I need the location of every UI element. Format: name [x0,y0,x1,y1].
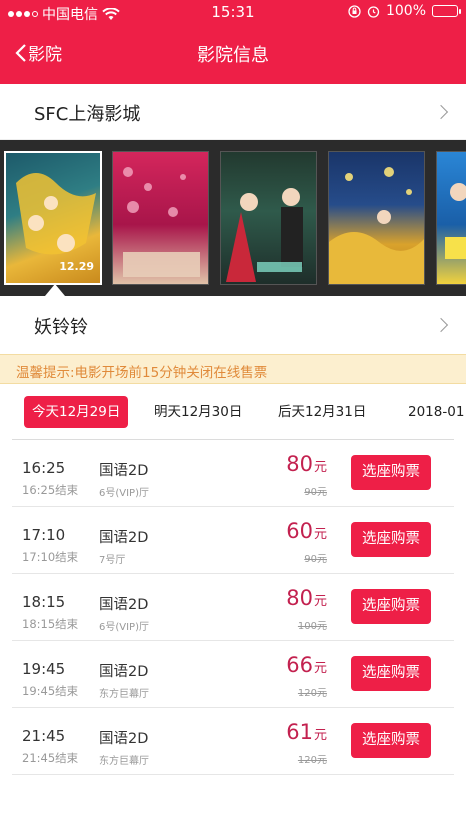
poster-art-2 [123,167,200,277]
showtime-start: 18:15 [22,593,66,611]
showtime-hall: 东方巨幕厅 [99,756,149,767]
cinema-info-row[interactable]: SFC上海影城 [0,84,466,140]
price-value: 61 [286,720,313,744]
showtime-language: 国语2D [99,664,149,680]
selected-poster-caret [45,284,65,296]
original-price: 120元 [297,755,327,766]
original-price: 120元 [297,688,327,699]
showtime-end: 18:15结束 [22,617,79,631]
battery-icon [432,5,461,17]
showtime-price: 61 元 [286,720,327,744]
price-value: 66 [286,653,313,677]
price-value: 80 [286,452,313,476]
status-right: 100% [348,3,461,19]
showtime-row: 19:45 19:45结束 国语2D 东方巨幕厅 66 元 120元 选座购票 [12,641,454,708]
showtime-row: 18:15 18:15结束 国语2D 6号(VIP)厅 80 元 100元 选座购… [12,574,454,641]
price-value: 80 [286,586,313,610]
showtime-price: 80 元 [286,586,327,610]
alarm-icon [367,5,380,18]
showtime-end: 16:25结束 [22,483,79,497]
showtime-start: 19:45 [22,660,66,678]
date-tabs: 今天12月29日 明天12月30日 后天12月31日 2018-01 [0,384,466,440]
price-unit: 元 [313,594,327,609]
showtime-end: 17:10结束 [22,550,79,564]
price-unit: 元 [313,661,327,676]
cinema-name: SFC上海影城 [34,104,141,125]
poster-date: 12.29 [59,260,94,273]
poster-4[interactable] [328,151,425,285]
showtime-price: 66 元 [286,653,327,677]
status-bar: 中国电信 15:31 100% [0,0,466,26]
showtime-start: 16:25 [22,459,66,477]
showtime-end: 21:45结束 [22,751,79,765]
showtime-start: 21:45 [22,727,66,745]
select-seat-button[interactable]: 选座购票 [351,656,431,691]
showtime-language: 国语2D [99,597,149,613]
tab-today[interactable]: 今天12月29日 [24,396,129,428]
select-seat-button[interactable]: 选座购票 [351,522,431,557]
select-seat-button[interactable]: 选座购票 [351,589,431,624]
showtime-end: 19:45结束 [22,684,79,698]
price-value: 60 [286,519,313,543]
poster-2[interactable] [112,151,209,285]
poster-5[interactable] [436,151,466,285]
showtime-language: 国语2D [99,731,149,747]
poster-art-3 [226,188,303,282]
showtime-price: 80 元 [286,452,327,476]
poster-1[interactable]: 12.29 [4,151,102,285]
poster-art-5 [445,183,466,259]
nav-bar: 影院 影院信息 [0,26,466,82]
showtime-hall: 6号(VIP)厅 [99,488,149,499]
tab-next-date[interactable]: 2018-01 [408,396,464,428]
movie-title: 妖铃铃 [34,317,88,338]
price-unit: 元 [313,460,327,475]
showtime-hall: 6号(VIP)厅 [99,622,149,633]
movie-info-row[interactable]: 妖铃铃 [0,296,466,354]
battery-percent: 100% [385,3,426,19]
header-bar: 中国电信 15:31 100% 影院 影院信息 [0,0,466,84]
ticket-notice: 温馨提示:电影开场前15分钟关闭在线售票 [0,354,466,384]
select-seat-button[interactable]: 选座购票 [351,723,431,758]
price-unit: 元 [313,728,327,743]
showtime-hall: 东方巨幕厅 [99,689,149,700]
original-price: 90元 [304,554,327,565]
original-price: 90元 [304,487,327,498]
poster-3[interactable] [220,151,317,285]
showtime-row: 16:25 16:25结束 国语2D 6号(VIP)厅 80 元 90元 选座购票 [12,440,454,507]
chevron-right-icon [433,104,449,120]
rotation-lock-icon [348,4,361,18]
poster-carousel[interactable]: 12.29 [0,140,466,296]
showtime-price: 60 元 [286,519,327,543]
original-price: 100元 [297,621,327,632]
showtime-row: 17:10 17:10结束 国语2D 7号厅 60 元 90元 选座购票 [12,507,454,574]
showtime-hall: 7号厅 [99,555,126,566]
price-unit: 元 [313,527,327,542]
showtime-row: 21:45 21:45结束 国语2D 东方巨幕厅 61 元 120元 选座购票 [12,708,454,775]
showtime-language: 国语2D [99,530,149,546]
tab-day-after[interactable]: 后天12月31日 [278,396,366,428]
page-title: 影院信息 [197,45,269,66]
notice-text: 温馨提示:电影开场前15分钟关闭在线售票 [16,365,268,381]
chevron-right-icon [433,317,449,333]
showtime-start: 17:10 [22,526,66,544]
select-seat-button[interactable]: 选座购票 [351,455,431,490]
tab-tomorrow[interactable]: 明天12月30日 [154,396,242,428]
poster-art-4 [329,167,424,284]
showtime-language: 国语2D [99,463,149,479]
